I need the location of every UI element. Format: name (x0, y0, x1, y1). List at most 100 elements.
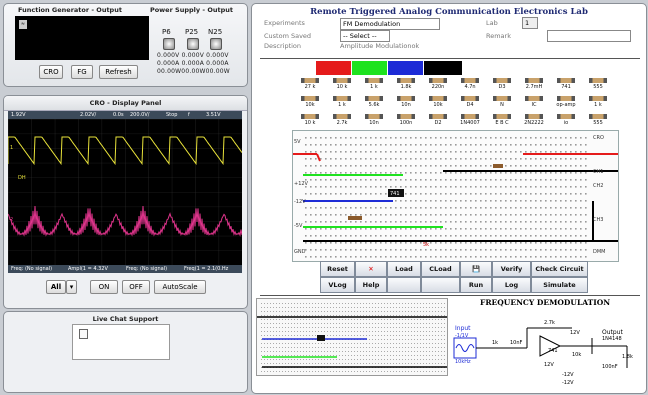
probe-label[interactable]: CH1 (593, 169, 603, 175)
component-item[interactable]: 220n (424, 78, 452, 90)
save-button[interactable]: 💾 (460, 261, 492, 277)
color-red[interactable] (316, 61, 351, 75)
load-button[interactable]: Load (387, 261, 421, 277)
circuit-value-label: 10nF (510, 340, 523, 346)
component-item[interactable]: D2 (424, 114, 452, 126)
autoscale-button[interactable]: AutoScale (154, 280, 206, 294)
circuit-value-label: -12V (562, 372, 574, 378)
component-label: 555 (593, 120, 603, 126)
lab-field[interactable]: 1 (522, 17, 538, 29)
blank-button[interactable] (387, 277, 421, 293)
circuit-value-label: 12V (570, 330, 580, 336)
component-item[interactable]: 10n (360, 114, 388, 126)
component-item[interactable]: E B C (488, 114, 516, 126)
component-item[interactable]: 10 k (328, 78, 356, 90)
component-item[interactable]: D3 (488, 78, 516, 90)
component-label: D4 (466, 102, 474, 108)
component-symbol (557, 114, 575, 119)
component-label: 1 k (370, 84, 378, 90)
off-button[interactable]: OFF (122, 280, 150, 294)
component-label: 1 k (338, 102, 346, 108)
divider (260, 58, 640, 59)
probe-label[interactable]: CH2 (593, 183, 603, 189)
component-item[interactable]: 1 k (584, 96, 612, 108)
lock-button[interactable] (421, 277, 460, 293)
component-item[interactable]: 1.8k (392, 78, 420, 90)
component-symbol (589, 78, 607, 83)
oscilloscope-screen: 1.92V 2.02V/ 0.0s 200.0V/ Stop f 3.51V 1… (8, 111, 242, 273)
breadboard-thumbnail[interactable] (256, 298, 448, 376)
check-circuit-button[interactable]: Check Circuit (531, 261, 588, 277)
component-item[interactable]: 741 (552, 78, 580, 90)
schematic: Input -1/1V 10kHz 1k 10nF 2.7k 12V 10k 12V 741… (453, 320, 633, 386)
p25-label: P25 (185, 28, 199, 36)
component-label: 100n (399, 120, 413, 126)
component-symbol (493, 78, 511, 83)
color-blue[interactable] (388, 61, 423, 75)
delete-button[interactable]: ✕ (355, 261, 387, 277)
on-button[interactable]: ON (90, 280, 118, 294)
component-symbol (557, 78, 575, 83)
page-title: Remote Triggered Analog Communication El… (310, 7, 588, 17)
cro-title: CRO - Display Panel (4, 96, 247, 111)
chevron-down-icon[interactable]: ▾ (66, 280, 77, 294)
component-label: 2.7mH (525, 84, 543, 90)
component-item[interactable]: 5.6k (360, 96, 388, 108)
experiment-select[interactable]: FM Demodulation (340, 18, 440, 30)
component-item[interactable]: D4 (456, 96, 484, 108)
remark-input[interactable] (547, 30, 631, 42)
component-item[interactable]: 10n (392, 96, 420, 108)
custom-saved-select[interactable]: -- Select -- (340, 30, 390, 42)
component-item[interactable]: op-amp (552, 96, 580, 108)
p25-knob[interactable] (187, 38, 199, 50)
log-button[interactable]: Log (492, 277, 531, 293)
vlog-button[interactable]: VLog (320, 277, 355, 293)
color-green[interactable] (352, 61, 387, 75)
chat-box[interactable] (72, 324, 170, 360)
p6-knob[interactable] (163, 38, 175, 50)
verify-button[interactable]: Verify (492, 261, 531, 277)
component-item[interactable]: 2.7mH (520, 78, 548, 90)
color-black[interactable] (424, 61, 462, 75)
component-item[interactable]: 1N4007 (456, 114, 484, 126)
component-item[interactable]: 100n (392, 114, 420, 126)
refresh-button[interactable]: Refresh (99, 65, 138, 79)
component-item[interactable]: 2.7k (328, 114, 356, 126)
dh-marker: DH (18, 175, 26, 181)
cro-button[interactable]: CRO (39, 65, 63, 79)
component-item[interactable]: 1 k (328, 96, 356, 108)
component-item[interactable]: 10k (424, 96, 452, 108)
breadboard-wiring: 741 5k (293, 137, 618, 258)
component-label: 1N4007 (460, 120, 480, 126)
supply-label: +12V (294, 181, 308, 187)
cload-button[interactable]: CLoad (421, 261, 460, 277)
component-item[interactable]: io (552, 114, 580, 126)
component-item[interactable]: 10 k (296, 114, 324, 126)
scope-waveforms: 1 2 DH (8, 119, 242, 265)
component-label: 2.7k (336, 120, 348, 126)
probe-label[interactable]: CH3 (593, 217, 603, 223)
chat-panel: Live Chat Support (3, 311, 248, 393)
breadboard[interactable]: 741 5k 5V +12V -12V -5V GND CRO CH1 CH2 CH3 DMM (292, 130, 619, 262)
component-label: 1 k (594, 102, 602, 108)
reset-button[interactable]: Reset (320, 261, 355, 277)
simulate-button[interactable]: Simulate (531, 277, 588, 293)
component-item[interactable]: 4.7n (456, 78, 484, 90)
fg-title: Function Generator - Output (18, 6, 122, 14)
run-button[interactable]: Run (460, 277, 492, 293)
fg-button[interactable]: FG (71, 65, 93, 79)
component-symbol (525, 96, 543, 101)
component-item[interactable]: 2N2222 (520, 114, 548, 126)
probe-label[interactable]: DMM (593, 249, 605, 255)
n25-knob[interactable] (210, 38, 222, 50)
channel-select[interactable]: All (46, 280, 66, 294)
component-item[interactable]: IC (520, 96, 548, 108)
component-item[interactable]: 1 k (360, 78, 388, 90)
probe-label[interactable]: CRO (593, 135, 604, 141)
help-button[interactable]: Help (355, 277, 387, 293)
component-item[interactable]: N (488, 96, 516, 108)
component-item[interactable]: 27 k (296, 78, 324, 90)
component-item[interactable]: 555 (584, 78, 612, 90)
component-item[interactable]: 10k (296, 96, 324, 108)
component-item[interactable]: 555 (584, 114, 612, 126)
